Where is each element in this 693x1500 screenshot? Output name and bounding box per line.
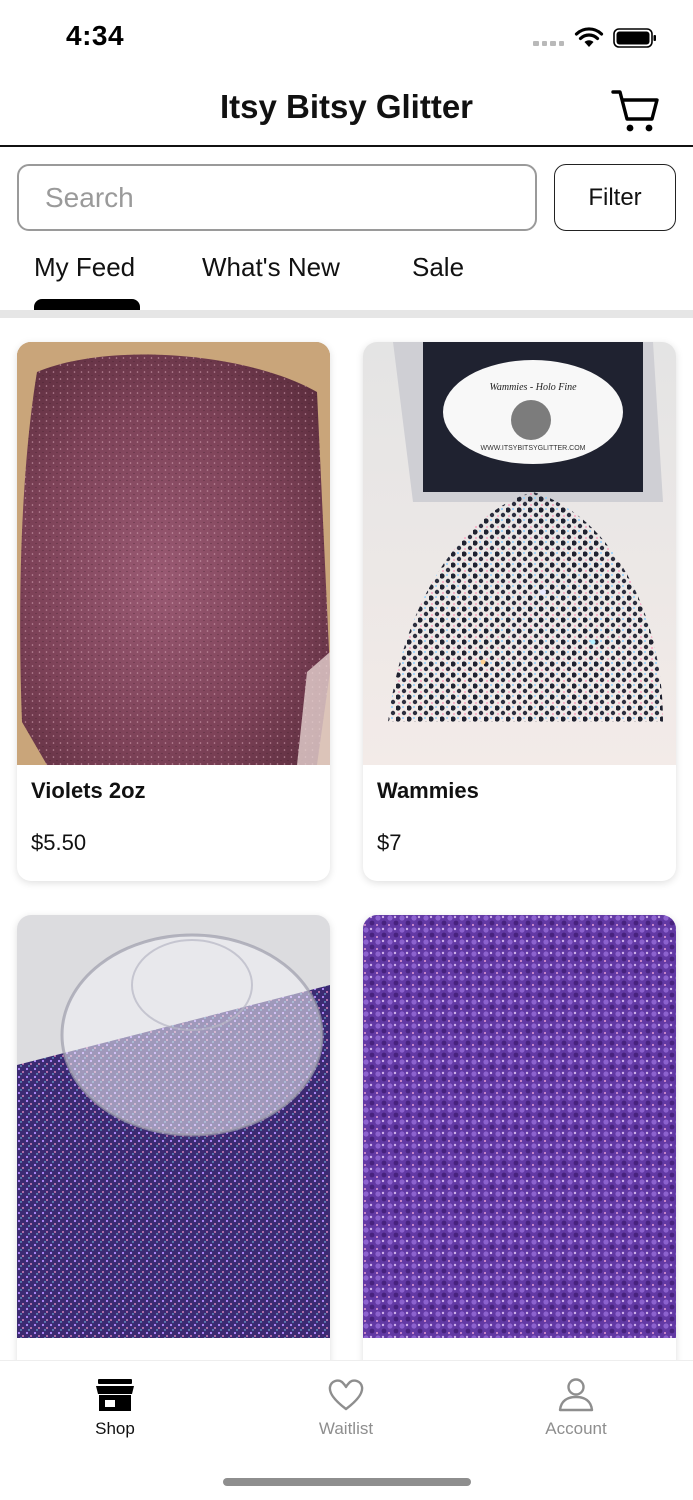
product-grid: Violets 2oz $5.50 Wammies - Holo Fine WW… [0,318,693,1360]
nav-account[interactable]: Account [506,1377,646,1447]
storefront-icon [96,1379,134,1411]
heart-icon [328,1379,364,1411]
cart-icon[interactable] [611,88,661,134]
glitter-swatch-svg [17,342,330,765]
bag-label: Wammies - Holo Fine [489,382,577,393]
product-image: Wammies - Holo Fine WWW.ITSYBITSYGLITTER… [363,342,676,765]
glitter-swatch-svg: Wammies - Holo Fine WWW.ITSYBITSYGLITTER… [363,342,676,765]
product-price: $7 [377,830,402,855]
home-indicator [223,1478,471,1486]
tab-whats-new[interactable]: What's New [202,248,340,310]
tabs-divider [0,310,693,318]
tab-label: Sale [412,252,465,282]
product-image [17,915,330,1338]
product-name: Violets 2oz [31,778,146,803]
glitter-swatch-svg [17,915,330,1338]
nav-label: Shop [95,1419,135,1438]
status-bar: 4:34 [0,0,693,76]
tab-sale[interactable]: Sale [412,248,464,310]
product-image [17,342,330,765]
product-card[interactable]: Violets 2oz $5.50 [17,342,330,881]
product-card[interactable] [17,915,330,1360]
app-header: Itsy Bitsy Glitter [0,76,693,147]
wifi-icon [574,27,604,47]
filter-button[interactable]: Filter [554,164,676,231]
battery-icon [613,28,656,48]
product-card[interactable] [363,915,676,1360]
product-name: Wammies [377,778,479,803]
nav-label: Account [545,1419,607,1438]
person-icon [558,1378,594,1412]
search-input[interactable] [17,164,537,231]
cellular-signal-icon [533,41,565,47]
active-tab-indicator [34,299,140,310]
glitter-swatch-svg [363,915,676,1338]
tab-label: My Feed [34,252,136,282]
product-card[interactable]: Wammies - Holo Fine WWW.ITSYBITSYGLITTER… [363,342,676,881]
page-title: Itsy Bitsy Glitter [219,88,474,125]
status-time: 4:34 [66,20,125,51]
nav-shop[interactable]: Shop [45,1377,185,1447]
product-price: $5.50 [31,830,87,855]
tab-label: What's New [202,252,340,282]
product-image [363,915,676,1338]
bag-url: WWW.ITSYBITSYGLITTER.COM [481,445,586,452]
feed-tabs: My Feed What's New Sale [0,248,693,318]
nav-label: Waitlist [318,1419,374,1438]
nav-waitlist[interactable]: Waitlist [276,1377,416,1447]
